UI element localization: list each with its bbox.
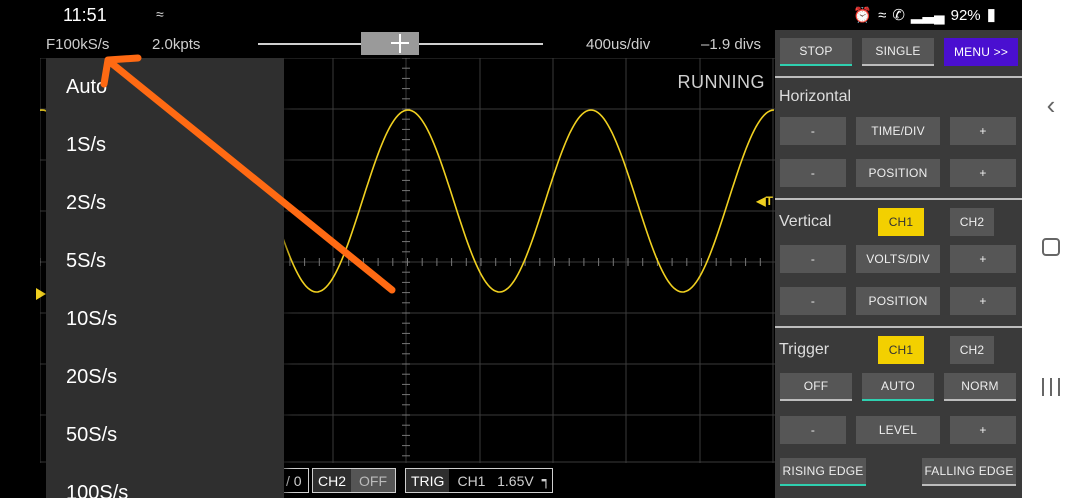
volts-div-minus-button[interactable]: - xyxy=(780,245,846,273)
navigation-bar: ‹ xyxy=(1022,0,1080,498)
horizontal-label: Horizontal xyxy=(779,88,852,105)
time-div-plus-button[interactable]: + xyxy=(950,117,1016,145)
trigger-level-marker[interactable]: ◀T xyxy=(756,194,773,208)
points-label[interactable]: 2.0kpts xyxy=(152,36,200,53)
rising-edge-button[interactable]: RISING EDGE xyxy=(780,458,866,486)
menu-button[interactable]: MENU >> xyxy=(944,38,1018,66)
dropdown-option[interactable]: 20S/s xyxy=(46,348,284,406)
offset-slider-thumb[interactable] xyxy=(361,32,419,55)
trigger-info-tag[interactable]: TRIG CH1 1.65V ┑ xyxy=(405,468,553,493)
call-icon: ✆ xyxy=(892,7,905,24)
h-position-minus-button[interactable]: - xyxy=(780,159,846,187)
clock: 11:51 xyxy=(63,5,107,25)
time-div-label: 400us/div xyxy=(586,36,651,53)
single-button[interactable]: SINGLE xyxy=(862,38,934,66)
status-bar: 11:51 ≈ ⏰ ≈ ✆ ▂▃▄ 92% ▮ xyxy=(40,0,1022,30)
dropdown-option[interactable]: 50S/s xyxy=(46,406,284,464)
dropdown-option[interactable]: 1S/s xyxy=(46,116,284,174)
offset-label: –1.9 divs xyxy=(701,36,762,53)
level-minus-button[interactable]: - xyxy=(780,416,846,444)
divider xyxy=(775,198,1022,200)
trigger-label: Trigger xyxy=(779,341,830,358)
rising-edge-icon: ┑ xyxy=(541,472,551,488)
home-icon[interactable] xyxy=(1042,238,1060,256)
run-status: RUNNING xyxy=(677,72,765,92)
v-position-minus-button[interactable]: - xyxy=(780,287,846,315)
vertical-label: Vertical xyxy=(779,213,832,230)
volts-div-button[interactable]: VOLTS/DIV xyxy=(856,245,940,273)
sample-rate-selector[interactable]: F100kS/s xyxy=(46,36,109,53)
ch2-info-tag[interactable]: CH2 OFF xyxy=(312,468,397,493)
control-panel: STOP SINGLE MENU >> Horizontal - TIME/DI… xyxy=(775,30,1022,498)
alarm-icon: ⏰ xyxy=(853,7,873,24)
trigger-ch2-button[interactable]: CH2 xyxy=(950,336,994,364)
stop-button[interactable]: STOP xyxy=(780,38,852,66)
trigger-off-button[interactable]: OFF xyxy=(780,373,852,401)
dropdown-option[interactable]: 100S/s xyxy=(46,464,284,498)
status-icons: ⏰ ≈ ✆ ▂▃▄ 92% ▮ xyxy=(853,5,996,25)
vertical-ch1-button[interactable]: CH1 xyxy=(878,208,924,236)
v-position-plus-button[interactable]: + xyxy=(950,287,1016,315)
dropdown-option[interactable]: 2S/s xyxy=(46,174,284,232)
h-position-plus-button[interactable]: + xyxy=(950,159,1016,187)
trigger-norm-button[interactable]: NORM xyxy=(944,373,1016,401)
dropdown-option[interactable]: 5S/s xyxy=(46,232,284,290)
back-icon[interactable]: ‹ xyxy=(1022,90,1080,121)
battery-icon: ▮ xyxy=(986,5,996,24)
dropdown-option[interactable]: Auto xyxy=(46,58,284,116)
h-position-button[interactable]: POSITION xyxy=(856,159,940,187)
divider xyxy=(775,76,1022,78)
vertical-ch2-button[interactable]: CH2 xyxy=(950,208,994,236)
scope-header: F100kS/s 2.0kpts 400us/div –1.9 divs xyxy=(40,30,775,58)
volts-div-plus-button[interactable]: + xyxy=(950,245,1016,273)
ch1-info-tag[interactable]: / 0 xyxy=(284,468,309,493)
dropdown-option[interactable]: 10S/s xyxy=(46,290,284,348)
trigger-ch1-button[interactable]: CH1 xyxy=(878,336,924,364)
wifi-activity-icon: ≈ xyxy=(156,6,164,22)
wifi-icon: ≈ xyxy=(878,6,887,24)
time-div-button[interactable]: TIME/DIV xyxy=(856,117,940,145)
battery-level: 92% xyxy=(950,6,981,24)
divider xyxy=(775,326,1022,328)
v-position-button[interactable]: POSITION xyxy=(856,287,940,315)
sample-rate-dropdown[interactable]: Auto 1S/s 2S/s 5S/s 10S/s 20S/s 50S/s 10… xyxy=(46,58,284,498)
trigger-auto-button[interactable]: AUTO xyxy=(862,373,934,401)
level-plus-button[interactable]: + xyxy=(950,416,1016,444)
time-div-minus-button[interactable]: - xyxy=(780,117,846,145)
level-button[interactable]: LEVEL xyxy=(856,416,940,444)
ch1-offset-marker[interactable] xyxy=(36,288,46,300)
falling-edge-button[interactable]: FALLING EDGE xyxy=(922,458,1016,486)
recents-icon[interactable] xyxy=(1042,378,1060,396)
signal-icon: ▂▃▄ xyxy=(910,7,945,24)
